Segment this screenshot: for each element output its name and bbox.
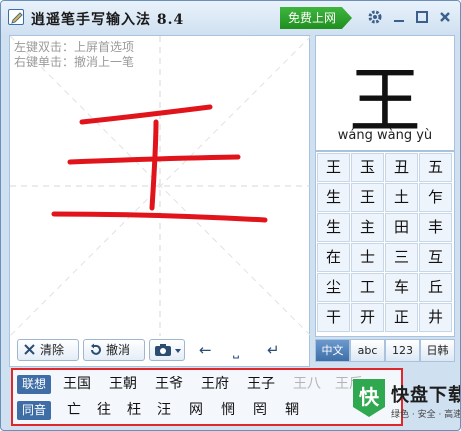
tab-japanese-korean[interactable]: 日韩 [420,339,455,362]
watermark-subtitle: 绿色 · 安全 · 高速 [391,410,461,420]
undo-button[interactable]: 撤消 [83,339,145,361]
backspace-icon[interactable]: ← [199,341,212,359]
camera-button[interactable] [149,339,185,361]
candidate-cell[interactable]: 五 [419,153,452,182]
hint-right-click: 右键单击：撤消上一笔 [14,55,135,69]
association-item[interactable]: 王爷 [155,375,183,394]
candidate-cell[interactable]: 田 [385,213,418,242]
candidate-cell[interactable]: 丘 [419,273,452,302]
gear-icon[interactable] [367,9,383,25]
candidate-cell[interactable]: 土 [385,183,418,212]
homophone-item[interactable]: 枉 [127,401,141,420]
candidate-cell[interactable]: 互 [419,243,452,272]
association-item[interactable]: 王子 [247,375,275,394]
homophone-item[interactable]: 惘 [221,401,235,420]
candidate-cell[interactable]: 车 [385,273,418,302]
homophone-item[interactable]: 网 [189,401,203,420]
handwriting-ime-window: 逍遥笔手写输入法 8.4 免费上网 左键双击：上屏首选项 右键单击：撤消上一笔 … [0,0,461,431]
homophone-item[interactable]: 往 [97,401,111,420]
candidate-cell[interactable]: 丑 [385,153,418,182]
close-x-icon [24,344,35,355]
candidate-cell[interactable]: 王 [317,153,350,182]
tab-abc[interactable]: abc [350,339,385,362]
maximize-icon[interactable] [414,9,430,25]
ink-stroke-bottom [51,211,268,223]
site-watermark: 快 快盘下载 绿色 · 安全 · 高速 [349,377,461,427]
free-net-button[interactable]: 免费上网 [280,7,352,29]
candidate-cell[interactable]: 尘 [317,273,350,302]
tab-123[interactable]: 123 [385,339,420,362]
candidate-cell[interactable]: 丰 [419,213,452,242]
association-item[interactable]: 王府 [201,375,229,394]
association-candidates-panel: 联想 王国 王朝 王爷 王府 王子 王八 王后 同音 亡 往 枉 汪 网 惘 罔… [11,368,403,426]
association-item-faded[interactable]: 王八 [293,375,321,394]
homophone-item[interactable]: 辋 [285,401,299,420]
undo-label: 撤消 [106,343,131,357]
candidate-cell[interactable]: 生 [317,183,350,212]
minimize-icon[interactable] [391,9,407,25]
association-item[interactable]: 王朝 [109,375,137,394]
homophone-tag: 同音 [17,401,51,420]
candidate-cell[interactable]: 开 [351,303,384,332]
homophone-item[interactable]: 罔 [253,401,267,420]
watermark-title: 快盘下载 [391,385,461,406]
homophone-row: 同音 亡 往 枉 汪 网 惘 罔 辋 [17,400,401,422]
enter-icon[interactable]: ↵ [267,341,280,359]
homophone-item[interactable]: 汪 [157,401,171,420]
candidate-cell[interactable]: 干 [317,303,350,332]
candidate-cell[interactable]: 井 [419,303,452,332]
candidate-cell[interactable]: 乍 [419,183,452,212]
clear-label: 清除 [40,343,65,357]
candidate-cell[interactable]: 主 [351,213,384,242]
homophone-item[interactable]: 亡 [67,401,81,420]
candidate-cell[interactable]: 王 [351,183,384,212]
association-tag: 联想 [17,375,51,394]
camera-icon [155,344,181,356]
ink-stroke-vertical [149,119,159,211]
space-icon[interactable]: ⎵ [233,341,239,359]
preview-pinyin: wáng wàng yù [337,128,433,143]
clear-button[interactable]: 清除 [17,339,79,361]
candidate-cell[interactable]: 工 [351,273,384,302]
close-icon[interactable] [437,9,453,25]
char-preview: 王 wáng wàng yù [315,35,455,151]
ink-stroke-middle [67,154,241,165]
watermark-logo-icon: 快 [353,379,385,417]
canvas-toolbar: 清除 撤消 ← ⎵ ↵ [9,339,310,363]
candidate-cell[interactable]: 玉 [351,153,384,182]
association-item[interactable]: 王国 [63,375,91,394]
input-mode-tabs: 中文 abc 123 日韩 [315,339,455,363]
candidate-cell[interactable]: 在 [317,243,350,272]
association-row: 联想 王国 王朝 王爷 王府 王子 王八 王后 [17,374,401,396]
candidate-cell[interactable]: 三 [385,243,418,272]
writing-guide-and-strokes [10,36,311,336]
candidate-cell[interactable]: 生 [317,213,350,242]
ink-stroke-top [79,104,213,125]
window-title: 逍遥笔手写输入法 8.4 [31,12,185,28]
undo-icon [91,343,101,355]
handwriting-canvas[interactable]: 左键双击：上屏首选项 右键单击：撤消上一笔 [9,35,311,367]
title-bar[interactable]: 逍遥笔手写输入法 8.4 免费上网 [1,1,460,35]
tab-chinese[interactable]: 中文 [315,339,350,362]
pen-icon [8,9,24,25]
candidate-cell[interactable]: 正 [385,303,418,332]
candidate-cell[interactable]: 士 [351,243,384,272]
svg-text:快: 快 [359,385,380,409]
candidate-grid: 王 玉 丑 五 生 王 土 乍 生 主 田 丰 在 士 三 互 尘 工 车 丘 … [315,151,455,337]
